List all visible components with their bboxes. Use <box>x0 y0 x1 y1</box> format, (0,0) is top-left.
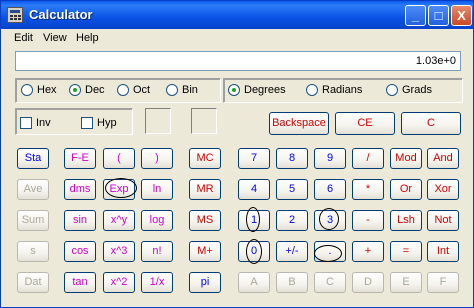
digit-3-button[interactable]: 3 <box>314 210 346 231</box>
menu-view[interactable]: View <box>43 32 67 44</box>
radio-dec[interactable]: Dec <box>69 84 105 96</box>
fe-button[interactable]: F-E <box>64 148 96 169</box>
sin-button[interactable]: sin <box>64 210 96 231</box>
minimize-button[interactable]: _ <box>405 5 426 26</box>
digit-7-button[interactable]: 7 <box>238 148 270 169</box>
close-button[interactable]: X <box>451 5 472 26</box>
equals-button[interactable]: = <box>390 241 422 262</box>
lsh-button[interactable]: Lsh <box>390 210 422 231</box>
menu-help[interactable]: Help <box>76 32 99 44</box>
radio-oct[interactable]: Oct <box>117 84 150 96</box>
tan-button[interactable]: tan <box>64 272 96 293</box>
memory-indicator <box>191 108 217 134</box>
log-button[interactable]: log <box>141 210 173 231</box>
digit-5-button[interactable]: 5 <box>276 179 308 200</box>
hyp-checkbox[interactable]: Hyp <box>81 117 117 129</box>
s-button[interactable]: s <box>17 241 49 262</box>
radio-grads[interactable]: Grads <box>386 84 432 96</box>
calculator-window: Calculator _ □ X Edit View Help 1.03e+0 … <box>0 0 474 308</box>
radio-radians[interactable]: Radians <box>306 84 362 96</box>
menu-bar: Edit View Help <box>2 30 472 48</box>
sign-button[interactable]: +/- <box>276 241 308 262</box>
hex-a-button[interactable]: A <box>238 272 270 293</box>
cos-button[interactable]: cos <box>64 241 96 262</box>
calculator-icon <box>7 7 23 23</box>
mod-button[interactable]: Mod <box>390 148 422 169</box>
power-button[interactable]: x^y <box>103 210 135 231</box>
multiply-button[interactable]: * <box>352 179 384 200</box>
and-button[interactable]: And <box>427 148 459 169</box>
window-title: Calculator <box>29 7 93 22</box>
ms-button[interactable]: MS <box>189 210 221 231</box>
angle-group: Degrees Radians Grads <box>223 78 463 103</box>
dms-button[interactable]: dms <box>64 179 96 200</box>
dat-button[interactable]: Dat <box>17 272 49 293</box>
menu-edit[interactable]: Edit <box>14 32 33 44</box>
hex-e-button[interactable]: E <box>390 272 422 293</box>
reciprocal-button[interactable]: 1/x <box>141 272 173 293</box>
cube-button[interactable]: x^3 <box>103 241 135 262</box>
digit-4-button[interactable]: 4 <box>238 179 270 200</box>
subtract-button[interactable]: - <box>352 210 384 231</box>
rparen-button[interactable]: ) <box>141 148 173 169</box>
maximize-button[interactable]: □ <box>428 5 449 26</box>
digit-8-button[interactable]: 8 <box>276 148 308 169</box>
hex-f-button[interactable]: F <box>427 272 459 293</box>
ce-button[interactable]: CE <box>335 112 395 135</box>
int-button[interactable]: Int <box>427 241 459 262</box>
backspace-button[interactable]: Backspace <box>269 112 329 135</box>
title-bar[interactable]: Calculator _ □ X <box>1 1 473 29</box>
divide-button[interactable]: / <box>352 148 384 169</box>
digit-9-button[interactable]: 9 <box>314 148 346 169</box>
sum-button[interactable]: Sum <box>17 210 49 231</box>
digit-6-button[interactable]: 6 <box>314 179 346 200</box>
xor-button[interactable]: Xor <box>427 179 459 200</box>
radio-bin[interactable]: Bin <box>166 84 198 96</box>
exp-button[interactable]: Exp <box>103 179 135 200</box>
display-field[interactable]: 1.03e+0 <box>15 51 461 71</box>
or-button[interactable]: Or <box>390 179 422 200</box>
clear-button[interactable]: C <box>401 112 461 135</box>
mplus-button[interactable]: M+ <box>189 241 221 262</box>
add-button[interactable]: + <box>352 241 384 262</box>
radio-hex[interactable]: Hex <box>21 84 57 96</box>
paren-indicator <box>145 108 171 134</box>
hex-d-button[interactable]: D <box>352 272 384 293</box>
ln-button[interactable]: ln <box>141 179 173 200</box>
mc-button[interactable]: MC <box>189 148 221 169</box>
lparen-button[interactable]: ( <box>103 148 135 169</box>
digit-0-button[interactable]: 0 <box>238 241 270 262</box>
pi-button[interactable]: pi <box>189 272 221 293</box>
decimal-button[interactable]: . <box>314 241 346 262</box>
mr-button[interactable]: MR <box>189 179 221 200</box>
inv-checkbox[interactable]: Inv <box>20 117 51 129</box>
digit-1-button[interactable]: 1 <box>238 210 270 231</box>
digit-2-button[interactable]: 2 <box>276 210 308 231</box>
factorial-button[interactable]: n! <box>141 241 173 262</box>
ave-button[interactable]: Ave <box>17 179 49 200</box>
radio-degrees[interactable]: Degrees <box>228 84 286 96</box>
hex-c-button[interactable]: C <box>314 272 346 293</box>
square-button[interactable]: x^2 <box>103 272 135 293</box>
number-base-group: Hex Dec Oct Bin <box>15 78 221 103</box>
sta-button[interactable]: Sta <box>17 148 49 169</box>
not-button[interactable]: Not <box>427 210 459 231</box>
hex-b-button[interactable]: B <box>276 272 308 293</box>
